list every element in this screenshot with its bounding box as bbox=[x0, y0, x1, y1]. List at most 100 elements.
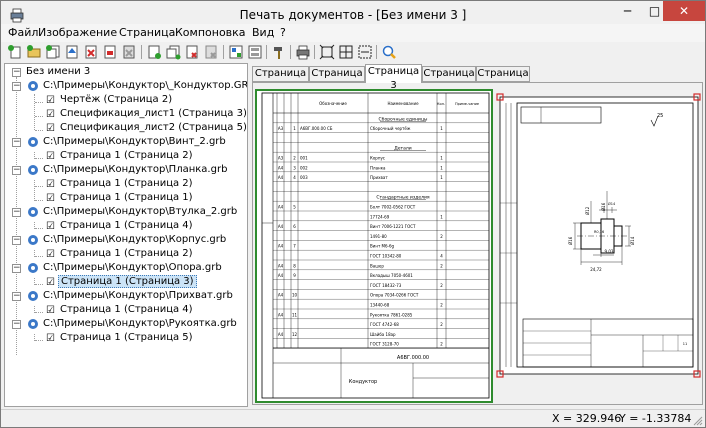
spec-format: A4 bbox=[278, 293, 284, 298]
menu-image[interactable]: Изображение bbox=[38, 26, 117, 39]
page-checkbox[interactable]: ☑ bbox=[45, 278, 56, 289]
menu-page[interactable]: Страница bbox=[119, 26, 175, 39]
preview-area: Страница 1 Страница 2 Страница 3 Страниц… bbox=[250, 63, 705, 407]
print-icon[interactable] bbox=[295, 44, 311, 60]
tree-page[interactable]: Спецификация_лист2 (Страница 5) bbox=[60, 121, 247, 135]
page-checkbox[interactable]: ☑ bbox=[45, 306, 56, 317]
status-bar: X = 329.946 Y = -1.33784 bbox=[1, 409, 705, 427]
document-tree[interactable]: − Без имени 3 − C:\Примеры\Кондуктор\_Ко… bbox=[4, 63, 248, 407]
spec-item-name: Вкладыш 7050-4601 bbox=[370, 273, 413, 278]
tab-page-3[interactable]: Страница 3 bbox=[365, 64, 422, 91]
move-up-icon[interactable] bbox=[64, 44, 80, 60]
resize-grip-icon[interactable] bbox=[693, 416, 703, 426]
tree-page[interactable]: Страница 1 (Страница 2) bbox=[60, 149, 193, 163]
minimize-button[interactable]: ─ bbox=[614, 1, 641, 21]
page-checkbox[interactable]: ☑ bbox=[45, 152, 56, 163]
tree-expander[interactable]: − bbox=[12, 208, 21, 217]
page-checkbox[interactable]: ☑ bbox=[45, 124, 56, 135]
tree-page-selected[interactable]: Страница 1 (Страница 3) bbox=[58, 275, 197, 289]
tree-page[interactable]: Страница 1 (Страница 2) bbox=[60, 247, 193, 261]
tree-expander[interactable]: − bbox=[12, 138, 21, 147]
tree-file-rukoyatka[interactable]: C:\Примеры\Кондуктор\Рукоятка.grb bbox=[43, 317, 237, 331]
status-x-coordinate: X = 329.946 bbox=[552, 412, 622, 425]
tab-page-1[interactable]: Страница 1 bbox=[252, 66, 309, 93]
close-button[interactable]: ✕ bbox=[663, 1, 705, 21]
fit-page-icon[interactable] bbox=[319, 44, 335, 60]
copy-page-icon[interactable] bbox=[165, 44, 181, 60]
add-pages-icon[interactable] bbox=[45, 44, 61, 60]
new-page-icon[interactable] bbox=[146, 44, 162, 60]
page-checkbox[interactable]: ☑ bbox=[45, 334, 56, 345]
toolbar-separator bbox=[290, 45, 291, 59]
auto-layout-icon[interactable] bbox=[247, 44, 263, 60]
tree-expander[interactable]: − bbox=[12, 236, 21, 245]
spec-header-note: Приме-чание bbox=[455, 102, 479, 106]
spec-header-qty: Кол. bbox=[437, 102, 445, 106]
tree-guide bbox=[35, 102, 43, 103]
page-checkbox[interactable]: ☑ bbox=[45, 250, 56, 261]
page-checkbox[interactable]: ☑ bbox=[45, 110, 56, 121]
tab-page-4[interactable]: Страница 4 bbox=[422, 66, 476, 93]
tree-guide bbox=[35, 312, 43, 313]
spec-position: 7 bbox=[293, 244, 296, 249]
add-folder-icon[interactable] bbox=[26, 44, 42, 60]
tree-guide bbox=[35, 284, 43, 285]
tree-page[interactable]: Страница 1 (Страница 4) bbox=[60, 219, 193, 233]
spec-designation: 001 bbox=[300, 156, 308, 161]
tree-root-label[interactable]: Без имени 3 bbox=[26, 65, 90, 79]
tree-expander[interactable]: − bbox=[12, 292, 21, 301]
tree-page[interactable]: Страница 1 (Страница 4) bbox=[60, 303, 193, 317]
spec-title-name: Кондуктор bbox=[349, 379, 377, 385]
tree-expander[interactable]: − bbox=[12, 82, 21, 91]
page-canvas[interactable]: Обозначение Наименование Кол. Приме-чание Сб… bbox=[252, 82, 703, 405]
tree-expander[interactable]: − bbox=[12, 320, 21, 329]
tree-file-planka[interactable]: C:\Примеры\Кондуктор\Планка.grb bbox=[43, 163, 227, 177]
tree-page[interactable]: Страница 1 (Страница 2) bbox=[60, 177, 193, 191]
toolbar-separator bbox=[223, 45, 224, 59]
preview-zoom-icon[interactable] bbox=[381, 44, 397, 60]
tree-file-konduktor[interactable]: C:\Примеры\Кондуктор\_Кондуктор.GRB bbox=[43, 79, 247, 93]
tab-page-2[interactable]: Страница 2 bbox=[309, 66, 365, 93]
spec-quantity: 2 bbox=[440, 283, 443, 288]
page-checkbox[interactable]: ☑ bbox=[45, 96, 56, 107]
page-checkbox[interactable]: ☑ bbox=[45, 180, 56, 191]
spec-format: A4 bbox=[278, 263, 284, 268]
delete-page-icon[interactable] bbox=[102, 44, 118, 60]
layout-icon[interactable] bbox=[228, 44, 244, 60]
spec-position: 3 bbox=[293, 165, 296, 170]
menu-help[interactable]: ? bbox=[280, 26, 286, 39]
tree-page[interactable]: Спецификация_лист1 (Страница 3) bbox=[60, 107, 247, 121]
tree-expander[interactable]: − bbox=[12, 264, 21, 273]
delete-document-icon[interactable] bbox=[83, 44, 99, 60]
tree-file-vtulka[interactable]: C:\Примеры\Кондуктор\Втулка_2.grb bbox=[43, 205, 237, 219]
tree-expander[interactable]: − bbox=[12, 68, 21, 77]
delete-all-icon[interactable] bbox=[121, 44, 137, 60]
tree-file-opora[interactable]: C:\Примеры\Кондуктор\Опора.grb bbox=[43, 261, 222, 275]
settings-hammer-icon[interactable] bbox=[271, 44, 287, 60]
fit-all-icon[interactable] bbox=[338, 44, 354, 60]
spec-position: 2 bbox=[293, 156, 296, 161]
tree-guide bbox=[35, 200, 43, 201]
tree-file-korpus[interactable]: C:\Примеры\Кондуктор\Корпус.grb bbox=[43, 233, 226, 247]
tree-guide bbox=[35, 116, 43, 117]
tree-page[interactable]: Страница 1 (Страница 1) bbox=[60, 191, 193, 205]
menu-file[interactable]: Файл bbox=[8, 26, 38, 39]
spec-designation: 002 bbox=[300, 165, 308, 170]
menu-view[interactable]: Вид bbox=[252, 26, 274, 39]
spec-position: 9 bbox=[293, 273, 296, 278]
tree-page[interactable]: Страница 1 (Страница 5) bbox=[60, 331, 193, 345]
zoom-window-icon[interactable] bbox=[357, 44, 373, 60]
tab-page-5[interactable]: Страница 5 bbox=[476, 66, 530, 93]
menu-layout[interactable]: Компоновка bbox=[175, 26, 246, 39]
spec-quantity: 1 bbox=[440, 165, 443, 170]
remove-page-icon[interactable] bbox=[184, 44, 200, 60]
tree-file-prikhvat[interactable]: C:\Примеры\Кондуктор\Прихват.grb bbox=[43, 289, 233, 303]
remove-all-pages-icon[interactable] bbox=[203, 44, 219, 60]
page-checkbox[interactable]: ☑ bbox=[45, 222, 56, 233]
add-document-icon[interactable] bbox=[7, 44, 23, 60]
page-checkbox[interactable]: ☑ bbox=[45, 194, 56, 205]
tree-file-vint[interactable]: C:\Примеры\Кондуктор\Винт_2.grb bbox=[43, 135, 226, 149]
tree-expander[interactable]: − bbox=[12, 166, 21, 175]
tree-page[interactable]: Чертёж (Страница 2) bbox=[60, 93, 172, 107]
spec-format: A4 bbox=[278, 273, 284, 278]
